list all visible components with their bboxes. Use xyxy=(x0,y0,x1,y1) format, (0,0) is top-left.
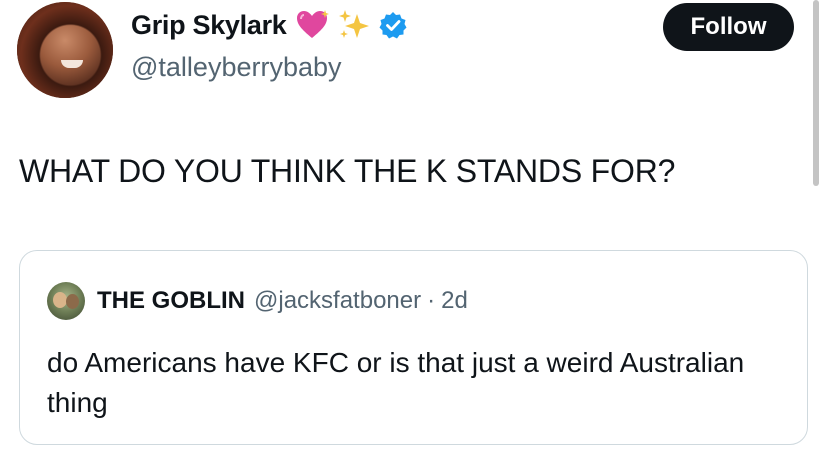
avatar-face-right xyxy=(66,294,79,309)
author-handle[interactable]: @talleyberrybaby xyxy=(131,52,342,83)
tweet-text: WHAT DO YOU THINK THE K STANDS FOR? xyxy=(19,153,676,189)
avatar-face-left xyxy=(53,292,67,308)
scrollbar[interactable] xyxy=(813,0,819,186)
quoted-author-avatar[interactable] xyxy=(47,282,85,320)
follow-button[interactable]: Follow xyxy=(663,3,794,51)
quoted-handle[interactable]: @jacksfatboner xyxy=(254,287,421,315)
author-avatar[interactable] xyxy=(17,2,113,98)
sparkles-icon xyxy=(337,8,371,42)
quoted-header: THE GOBLIN @jacksfatboner · 2d xyxy=(97,287,468,315)
quoted-tweet-text: do Americans have KFC or is that just a … xyxy=(47,347,745,418)
quoted-separator: · xyxy=(427,287,436,314)
author-display-name[interactable]: Grip Skylark xyxy=(131,10,287,41)
verified-badge-icon[interactable] xyxy=(379,11,407,39)
sparkling-heart-icon xyxy=(295,9,329,41)
quoted-timestamp[interactable]: 2d xyxy=(441,287,468,315)
avatar-hair xyxy=(17,2,113,98)
quoted-tweet-card[interactable]: THE GOBLIN @jacksfatboner · 2d do Americ… xyxy=(19,250,808,445)
quoted-display-name[interactable]: THE GOBLIN xyxy=(97,287,245,315)
author-name-row: Grip Skylark xyxy=(131,8,407,42)
